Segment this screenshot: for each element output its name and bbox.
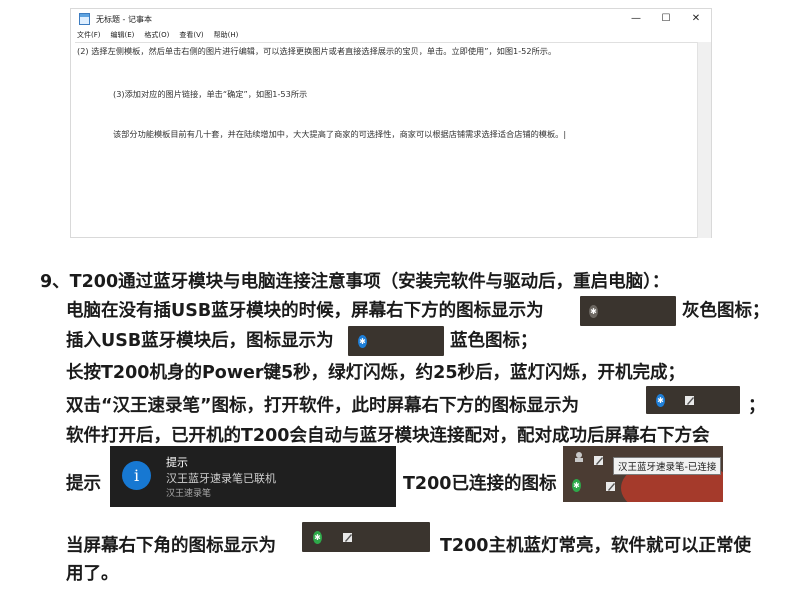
notepad-text-area[interactable]: (2) 选择左侧模板，然后单击右侧的图片进行编辑，可以选择更换图片或者直接选择展…	[75, 42, 697, 238]
notepad-line-3: 该部分功能模板目前有几十套，并在陆续增加中，大大提高了商家的可选择性，商家可以根…	[113, 129, 567, 139]
line-usb-text: 插入USB蓝牙模块后，图标显示为	[66, 331, 334, 351]
notepad-line-1: (2) 选择左侧模板，然后单击右侧的图片进行编辑，可以选择更换图片或者直接选择展…	[77, 46, 557, 56]
line-no-usb-text: 电脑在没有插USB蓝牙模块的时候，屏幕右下方的图标显示为	[66, 301, 544, 321]
toast-title: 提示	[166, 456, 188, 469]
line-connected-icon-text: T200已连接的图标	[403, 474, 557, 494]
notepad-scrollbar[interactable]	[697, 42, 711, 238]
notepad-app-icon	[79, 13, 90, 25]
tray-image-blue: ✱	[348, 326, 444, 356]
tray-tooltip: 汉王蓝牙速录笔-已连接	[613, 457, 722, 475]
line-prompt-text: 提示	[66, 474, 101, 494]
pen-app-icon	[343, 533, 352, 542]
line-final-suffix: T200主机蓝灯常亮，软件就可以正常使	[440, 536, 751, 556]
tray-image-final: ✱	[302, 522, 430, 552]
menu-format[interactable]: 格式(O)	[144, 29, 169, 41]
bluetooth-green-icon: ✱	[313, 531, 322, 544]
pen-app-icon	[606, 482, 615, 491]
close-button[interactable]: ✕	[681, 9, 711, 29]
bluetooth-blue-icon: ✱	[358, 335, 367, 348]
notepad-window: 无标题 - 记事本 — ☐ ✕ 文件(F) 编辑(E) 格式(O) 查看(V) …	[70, 8, 712, 238]
menu-help[interactable]: 帮助(H)	[214, 29, 239, 41]
network-icon	[575, 452, 583, 462]
line-auto-pair: 软件打开后，已开机的T200会自动与蓝牙模块连接配对，配对成功后屏幕右下方会	[66, 426, 710, 446]
line-final-text: 当屏幕右下角的图标显示为	[66, 536, 276, 556]
notepad-title: 无标题 - 记事本	[96, 14, 152, 24]
info-icon: i	[122, 461, 151, 490]
toast-source: 汉王速录笔	[166, 489, 212, 499]
tray-tooltip-image: ✱ 汉王蓝牙速录笔-已连接	[563, 446, 723, 502]
pen-app-icon	[594, 456, 603, 465]
bluetooth-green-icon: ✱	[572, 479, 581, 492]
menu-edit[interactable]: 编辑(E)	[111, 29, 135, 41]
notepad-titlebar[interactable]: 无标题 - 记事本 — ☐ ✕	[71, 9, 711, 29]
minimize-button[interactable]: —	[621, 9, 651, 29]
tray-image-software: ✱	[646, 386, 740, 414]
section-heading: 9、T200通过蓝牙模块与电脑连接注意事项（安装完软件与驱动后，重启电脑）：	[40, 272, 670, 292]
notepad-line-2: (3)添加对应的图片链接，单击“确定”，如图1-53所示	[113, 89, 308, 99]
line-open-software: 双击“汉王速录笔”图标，打开软件，此时屏幕右下方的图标显示为	[66, 396, 580, 416]
notification-toast: i 提示 汉王蓝牙速录笔已联机 汉王速录笔	[110, 446, 396, 507]
maximize-button[interactable]: ☐	[651, 9, 681, 29]
line-power: 长按T200机身的Power键5秒，绿灯闪烁，约25秒后，蓝灯闪烁，开机完成；	[66, 363, 686, 383]
bluetooth-blue-icon: ✱	[656, 394, 665, 407]
pen-app-icon	[685, 396, 694, 405]
line-no-usb-suffix: 灰色图标；	[682, 301, 770, 321]
line-usb-suffix: 蓝色图标；	[450, 331, 538, 351]
bluetooth-gray-icon: ✱	[589, 305, 598, 318]
menu-file[interactable]: 文件(F)	[77, 29, 101, 41]
line-open-software-suffix: ；	[748, 396, 766, 416]
line-final-end: 用了。	[66, 564, 119, 584]
notepad-menubar: 文件(F) 编辑(E) 格式(O) 查看(V) 帮助(H)	[71, 29, 248, 41]
menu-view[interactable]: 查看(V)	[179, 29, 203, 41]
toast-message: 汉王蓝牙速录笔已联机	[166, 472, 276, 485]
window-controls: — ☐ ✕	[621, 9, 711, 29]
tray-image-gray: ✱	[580, 296, 676, 326]
